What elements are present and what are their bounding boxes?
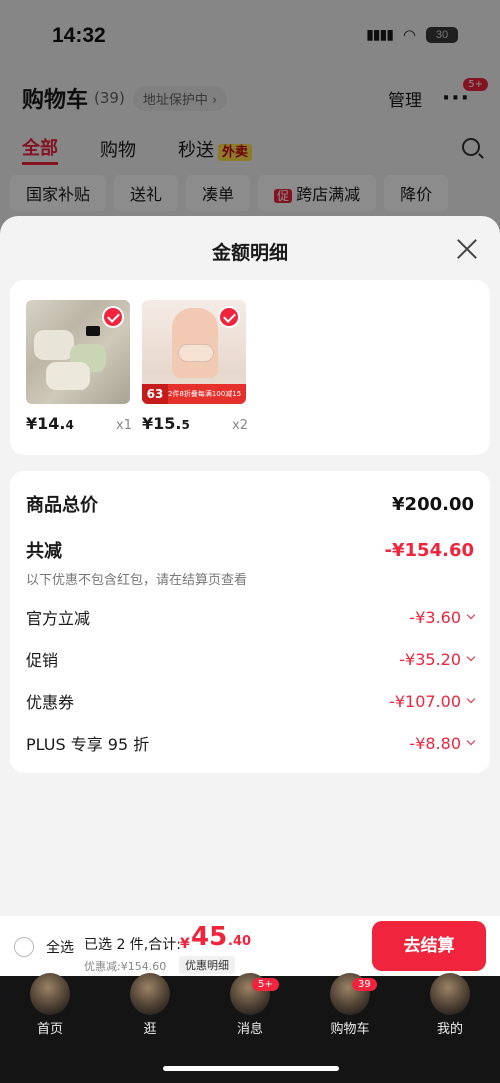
product-price-row: ¥15.5 x2 xyxy=(142,414,248,433)
discount-row-plus[interactable]: PLUS 专享 95 折 -¥8.80 xyxy=(26,731,476,755)
total-reduction-row: 共减 -¥154.60 xyxy=(26,537,474,563)
tab-label: 购物车 xyxy=(330,1022,370,1037)
product-price-decimal: 5 xyxy=(181,418,190,432)
product-quantity: x1 xyxy=(116,418,132,433)
discount-detail-link[interactable]: 优惠明细 xyxy=(179,956,235,974)
browse-avatar-icon xyxy=(130,973,170,1015)
chevron-down-icon xyxy=(466,610,476,620)
tab-label: 首页 xyxy=(36,1022,63,1037)
product-item[interactable]: 2件8折叠每满100减15 63 ¥15.5 x2 xyxy=(142,300,248,433)
home-indicator xyxy=(163,1066,339,1071)
cart-badge: 39 xyxy=(352,978,377,991)
total-reduction-label: 共减 xyxy=(26,541,62,562)
label-tag xyxy=(86,326,100,336)
discount-amount: -¥8.80 xyxy=(409,733,461,753)
product-quantity: x2 xyxy=(232,418,248,433)
close-icon[interactable] xyxy=(456,238,478,260)
chevron-down-icon xyxy=(466,736,476,746)
tab-browse[interactable]: 逛 xyxy=(100,973,200,1037)
total-reduction-value: -¥154.60 xyxy=(384,539,474,561)
product-price-main: ¥14. xyxy=(26,414,66,433)
chevron-down-icon xyxy=(466,694,476,704)
checkout-bar: 全选 已选 2 件,合计: ¥ 45 .40 优惠减:¥154.60 优惠明细 … xyxy=(0,916,500,976)
discount-label: PLUS 专享 95 折 xyxy=(26,735,150,754)
discount-value: -¥35.20 xyxy=(399,649,476,669)
discount-amount: -¥35.20 xyxy=(399,649,461,669)
total-currency: ¥ xyxy=(180,936,190,952)
select-all-label[interactable]: 全选 xyxy=(46,937,74,957)
tab-label: 逛 xyxy=(143,1022,157,1037)
discount-note: 以下优惠不包含红包，请在结算页查看 xyxy=(26,573,248,588)
tab-me[interactable]: 我的 xyxy=(400,973,500,1037)
me-avatar-icon xyxy=(430,973,470,1015)
discount-row-promotion[interactable]: 促销 -¥35.20 xyxy=(26,647,476,671)
price-summary-card: 商品总价 ¥200.00 共减 -¥154.60 以下优惠不包含红包，请在结算页… xyxy=(10,471,490,773)
total-price-label: 商品总价 xyxy=(26,495,98,516)
promo-number: 63 xyxy=(142,384,168,404)
home-avatar-icon xyxy=(30,973,70,1015)
discount-summary-text: 优惠减:¥154.60 xyxy=(84,960,167,973)
discount-label: 官方立减 xyxy=(26,609,91,628)
discount-value: -¥107.00 xyxy=(389,691,476,711)
discount-row-coupon[interactable]: 优惠券 -¥107.00 xyxy=(26,689,476,713)
chevron-down-icon xyxy=(466,652,476,662)
product-price: ¥15.5 xyxy=(142,414,190,433)
fabric-shape xyxy=(34,330,74,360)
tab-label: 我的 xyxy=(436,1022,463,1037)
select-all-radio[interactable] xyxy=(14,937,34,957)
discount-value: -¥3.60 xyxy=(409,607,476,627)
total-amount-decimal: .40 xyxy=(228,934,252,949)
product-price-decimal: 4 xyxy=(65,418,74,432)
bra-shape xyxy=(178,344,214,362)
product-price-row: ¥14.4 x1 xyxy=(26,414,132,433)
amount-detail-sheet: 金额明细 ¥14.4 x1 2件8折叠每满100减15 63 ¥15.5 x2 … xyxy=(0,216,500,916)
total-price-row: 商品总价 ¥200.00 xyxy=(26,491,474,517)
product-price-main: ¥15. xyxy=(142,414,182,433)
discount-value: -¥8.80 xyxy=(409,733,476,753)
selected-count-text: 已选 2 件,合计: xyxy=(84,937,181,953)
discount-amount: -¥3.60 xyxy=(409,607,461,627)
discount-row-official[interactable]: 官方立减 -¥3.60 xyxy=(26,605,476,629)
discount-amount: -¥107.00 xyxy=(389,691,461,711)
selected-products-card: ¥14.4 x1 2件8折叠每满100减15 63 ¥15.5 x2 xyxy=(10,280,490,455)
checkout-button[interactable]: 去结算 xyxy=(372,921,486,971)
discount-label: 优惠券 xyxy=(26,693,75,712)
discount-label: 促销 xyxy=(26,651,59,670)
tab-cart[interactable]: 39 购物车 xyxy=(300,973,400,1037)
product-item[interactable]: ¥14.4 x1 xyxy=(26,300,132,433)
product-image: 2件8折叠每满100减15 63 xyxy=(142,300,246,404)
sheet-title: 金额明细 xyxy=(211,242,288,264)
product-image xyxy=(26,300,130,404)
tab-messages[interactable]: 5+ 消息 xyxy=(200,973,300,1037)
check-icon[interactable] xyxy=(102,306,124,328)
tab-home[interactable]: 首页 xyxy=(0,973,100,1037)
total-price-value: ¥200.00 xyxy=(392,493,474,515)
model-figure xyxy=(172,308,218,378)
fabric-shape xyxy=(46,362,90,390)
check-icon[interactable] xyxy=(218,306,240,328)
messages-badge: 5+ xyxy=(252,978,279,991)
tab-label: 消息 xyxy=(236,1022,263,1037)
total-amount-integer: 45 xyxy=(191,922,228,952)
product-price: ¥14.4 xyxy=(26,414,74,433)
